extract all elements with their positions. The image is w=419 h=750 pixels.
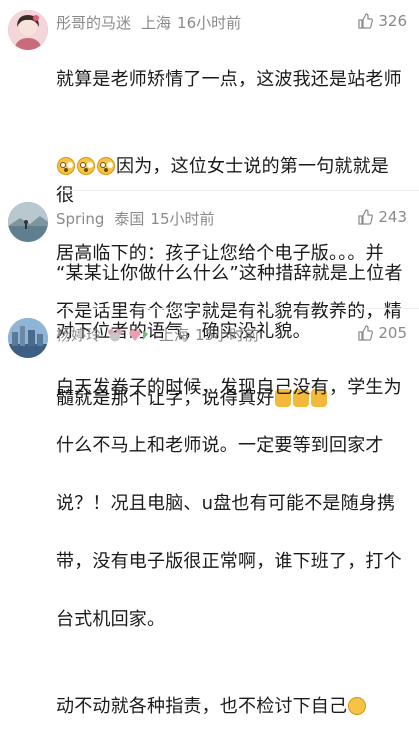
avatar[interactable]: [8, 202, 48, 242]
location: 上海: [159, 326, 190, 344]
divider: [56, 308, 419, 309]
timestamp: 15小时前: [150, 210, 215, 228]
comment-meta: 杨婷玲 上海 15小时前: [56, 324, 259, 345]
sweat-smile-icon: [348, 697, 367, 715]
comment-line: 带，没有电子版很正常啊，谁下班了，打个: [56, 551, 402, 572]
shocked-face-icon: [57, 157, 75, 175]
avatar[interactable]: [8, 318, 48, 358]
comment-meta: Spring 泰国 15小时前: [56, 208, 215, 229]
comment-line: 动不动就各种指责，也不检讨下自己: [56, 663, 406, 721]
thumbs-up-icon: [358, 209, 374, 225]
like-button[interactable]: 243: [357, 208, 407, 226]
avatar[interactable]: [8, 10, 48, 50]
location: 上海: [141, 14, 172, 32]
shocked-face-icon: [97, 157, 115, 175]
like-count: 326: [378, 12, 407, 30]
comment-line: 因为，这位女士说的第一句就就是很: [56, 156, 389, 206]
shocked-face-icon: [77, 157, 95, 175]
username[interactable]: 彤哥的马迷: [56, 12, 131, 33]
comment-line: 说？！况且电脑、u盘也有可能不是随身携: [56, 493, 396, 514]
timestamp: 15小时前: [195, 326, 260, 344]
heart-icon: [129, 329, 149, 341]
comment-meta: 彤哥的马迷 上海 16小时前: [56, 12, 241, 33]
comment-item: 彤哥的马迷 上海 16小时前 326 就算是老师矫情了一点，这波我还是站老师 因…: [0, 0, 419, 409]
comment-item: 杨婷玲 上海 15小时前 205 白天发卷子的时候，发现自己没有，学生为 什么不…: [0, 316, 419, 717]
comment-line: “某某让你做什么什么”这种措辞就是上位者: [56, 263, 403, 284]
comment-line: 就算是老师矫情了一点，这波我还是站老师: [56, 69, 402, 90]
divider: [56, 190, 419, 191]
like-button[interactable]: 326: [357, 12, 407, 30]
comment-line: 什么不马上和老师说。一定要等到回家才: [56, 435, 384, 456]
like-button[interactable]: 205: [357, 324, 407, 342]
comment-line: 台式机回家。: [56, 609, 166, 630]
thumbs-up-icon: [358, 325, 374, 341]
username[interactable]: 杨婷玲: [56, 324, 101, 345]
username[interactable]: Spring: [56, 210, 104, 228]
mouse-icon: [108, 328, 123, 341]
location: 泰国: [114, 210, 145, 228]
comment-text: 白天发卷子的时候，发现自己没有，学生为 什么不马上和老师说。一定要等到回家才 说…: [56, 344, 406, 750]
comment-line: 白天发卷子的时候，发现自己没有，学生为: [56, 377, 402, 398]
like-count: 205: [378, 324, 407, 342]
timestamp: 16小时前: [177, 14, 242, 32]
comment-item: Spring 泰国 15小时前 243 “某某让你做什么什么”这种措辞就是上位者…: [0, 198, 419, 342]
thumbs-up-icon: [358, 13, 374, 29]
like-count: 243: [378, 208, 407, 226]
